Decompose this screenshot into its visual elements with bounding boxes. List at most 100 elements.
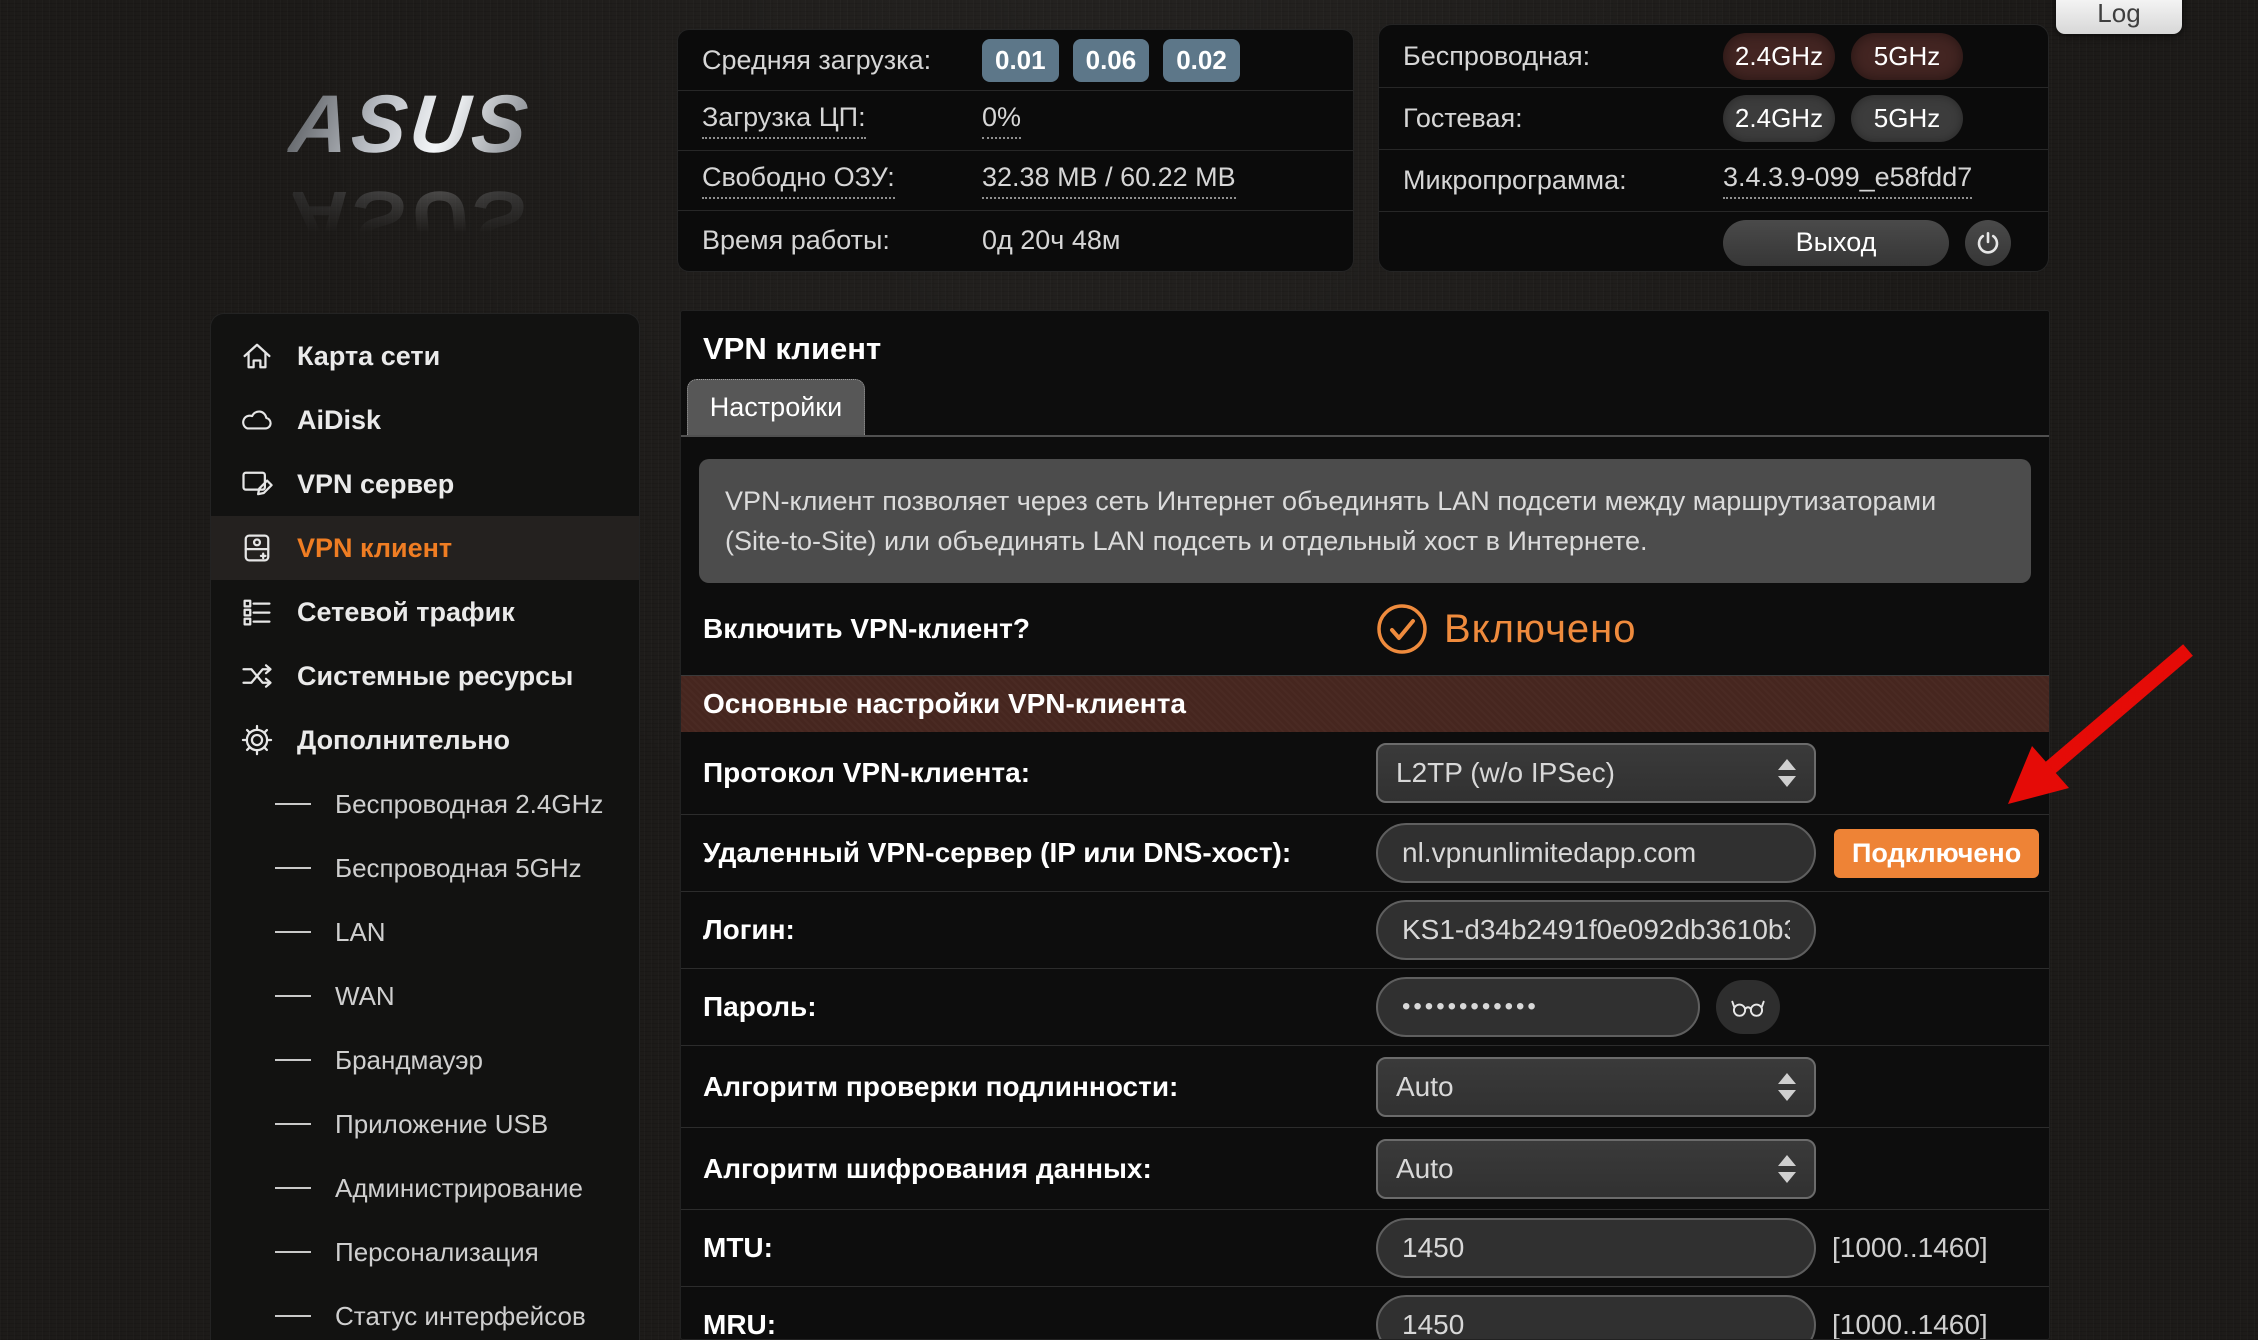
sidebar-item-system-resources[interactable]: Системные ресурсы (211, 644, 639, 708)
wireless-5ghz-button[interactable]: 5GHz (1851, 33, 1963, 80)
vpn-server-input[interactable] (1376, 823, 1816, 883)
mru-range-hint: [1000..1460] (1832, 1309, 1988, 1340)
login-input[interactable] (1376, 900, 1816, 960)
sidebar-subitem-wireless-24[interactable]: Беспроводная 2.4GHz (211, 772, 639, 836)
password-input[interactable] (1376, 977, 1700, 1037)
subitem-dash-icon (275, 867, 311, 869)
firmware-label: Микропрограмма: (1403, 165, 1723, 196)
vpn-server-label: Удаленный VPN-сервер (IP или DNS-хост): (681, 837, 1376, 869)
subitem-dash-icon (275, 1123, 311, 1125)
protocol-label: Протокол VPN-клиента: (681, 757, 1376, 789)
sidebar-item-network-map[interactable]: Карта сети (211, 324, 639, 388)
guest-5ghz-button[interactable]: 5GHz (1851, 95, 1963, 142)
cpu-load-label[interactable]: Загрузка ЦП: (702, 102, 866, 139)
subitem-dash-icon (275, 1187, 311, 1189)
cpu-load-value[interactable]: 0% (982, 102, 1021, 139)
vpn-enabled-status-text: Включено (1444, 607, 1637, 652)
load-5min-badge: 0.06 (1073, 39, 1150, 82)
mtu-range-hint: [1000..1460] (1832, 1232, 1988, 1264)
subitem-dash-icon (275, 1059, 311, 1061)
sidebar-subitem-personalization[interactable]: Персонализация (211, 1220, 639, 1284)
shuffle-icon (237, 658, 277, 694)
cipher-algorithm-label: Алгоритм шифрования данных: (681, 1153, 1376, 1185)
logout-button[interactable]: Выход (1723, 220, 1949, 266)
load-average-badges: 0.01 0.06 0.02 (982, 39, 1240, 82)
free-ram-label[interactable]: Свободно ОЗУ: (702, 162, 895, 199)
asus-logo-reflection: ASUS (285, 172, 615, 266)
wireless-row: Беспроводная: 2.4GHz 5GHz (1379, 25, 2048, 87)
mtu-input[interactable] (1376, 1218, 1816, 1278)
system-stats-panel: Средняя загрузка: 0.01 0.06 0.02 Загрузк… (677, 29, 1354, 272)
load-average-label: Средняя загрузка: (702, 45, 982, 76)
power-icon (1975, 230, 2001, 256)
asus-logo-text: ASUS (285, 78, 615, 172)
log-button[interactable]: Log (2056, 0, 2182, 34)
gear-icon (237, 722, 277, 758)
router-admin-page: { "brand": { "name": "ASUS" }, "log_butt… (0, 0, 2258, 1340)
vpn-client-description: VPN-клиент позволяет через сеть Интернет… (699, 459, 2031, 583)
asus-logo: ASUS ASUS (290, 78, 610, 266)
logout-row: Выход (1379, 211, 2048, 272)
sidebar-item-vpn-client[interactable]: VPN клиент (211, 516, 639, 580)
subitem-dash-icon (275, 1251, 311, 1253)
select-arrows-icon (1778, 759, 1796, 787)
load-1min-badge: 0.01 (982, 39, 1059, 82)
guest-24ghz-button[interactable]: 2.4GHz (1723, 95, 1835, 142)
sidebar-nav: Карта сети AiDisk VPN сервер VPN клиент … (210, 313, 640, 1340)
enable-vpn-label: Включить VPN-клиент? (681, 613, 1376, 645)
subitem-dash-icon (275, 995, 311, 997)
tab-settings[interactable]: Настройки (687, 379, 865, 435)
protocol-select[interactable]: L2TP (w/o IPSec) (1376, 743, 1816, 803)
free-ram-row: Свободно ОЗУ: 32.38 MB / 60.22 MB (678, 150, 1353, 210)
load-average-row: Средняя загрузка: 0.01 0.06 0.02 (678, 30, 1353, 90)
sidebar-subitem-interface-status[interactable]: Статус интерфейсов (211, 1284, 639, 1340)
select-arrows-icon (1778, 1155, 1796, 1183)
wireless-24ghz-button[interactable]: 2.4GHz (1723, 33, 1835, 80)
vpn-client-panel: VPN клиент Настройки VPN-клиент позволяе… (680, 310, 2050, 1340)
guest-label: Гостевая: (1403, 103, 1723, 134)
uptime-value: 0д 20ч 48м (982, 225, 1120, 256)
sidebar-subitem-lan[interactable]: LAN (211, 900, 639, 964)
sidebar-subitem-firewall[interactable]: Брандмауэр (211, 1028, 639, 1092)
vpn-server-row: Удаленный VPN-сервер (IP или DNS-хост): … (681, 814, 2049, 891)
firmware-version-link[interactable]: 3.4.3.9-099_e58fdd7 (1723, 162, 1972, 199)
cpu-load-row: Загрузка ЦП: 0% (678, 90, 1353, 150)
sidebar-subitem-wireless-5[interactable]: Беспроводная 5GHz (211, 836, 639, 900)
page-title: VPN клиент (703, 331, 2049, 367)
subitem-dash-icon (275, 931, 311, 933)
sidebar-item-network-traffic[interactable]: Сетевой трафик (211, 580, 639, 644)
traffic-icon (237, 594, 277, 630)
connected-status-badge: Подключено (1834, 829, 2039, 878)
router-info-panel: Беспроводная: 2.4GHz 5GHz Гостевая: 2.4G… (1378, 24, 2049, 272)
sidebar-subitem-usb-app[interactable]: Приложение USB (211, 1092, 639, 1156)
mru-input[interactable] (1376, 1295, 1816, 1340)
enable-vpn-row: Включить VPN-клиент? Включено (681, 583, 2049, 675)
vpn-client-icon (237, 530, 277, 566)
mtu-label: MTU: (681, 1232, 1376, 1264)
vpn-enabled-toggle[interactable]: Включено (1376, 603, 1637, 655)
sidebar-subitem-wan[interactable]: WAN (211, 964, 639, 1028)
auth-algorithm-label: Алгоритм проверки подлинности: (681, 1071, 1376, 1103)
sidebar-subitem-administration[interactable]: Администрирование (211, 1156, 639, 1220)
cipher-algorithm-row: Алгоритм шифрования данных: Auto (681, 1127, 2049, 1209)
reboot-button[interactable] (1965, 220, 2011, 266)
mru-row: MRU: [1000..1460] (681, 1286, 2049, 1340)
cipher-algorithm-select[interactable]: Auto (1376, 1139, 1816, 1199)
sidebar-item-advanced[interactable]: Дополнительно (211, 708, 639, 772)
guest-row: Гостевая: 2.4GHz 5GHz (1379, 87, 2048, 149)
password-label: Пароль: (681, 991, 1376, 1023)
protocol-row: Протокол VPN-клиента: L2TP (w/o IPSec) (681, 732, 2049, 814)
auth-algorithm-row: Алгоритм проверки подлинности: Auto (681, 1045, 2049, 1127)
login-label: Логин: (681, 914, 1376, 946)
wireless-label: Беспроводная: (1403, 41, 1723, 72)
subitem-dash-icon (275, 1315, 311, 1317)
show-password-button[interactable] (1716, 980, 1780, 1034)
sidebar-item-aidisk[interactable]: AiDisk (211, 388, 639, 452)
sidebar-item-vpn-server[interactable]: VPN сервер (211, 452, 639, 516)
select-arrows-icon (1778, 1073, 1796, 1101)
auth-algorithm-select[interactable]: Auto (1376, 1057, 1816, 1117)
free-ram-value[interactable]: 32.38 MB / 60.22 MB (982, 162, 1236, 199)
password-row: Пароль: (681, 968, 2049, 1045)
uptime-row: Время работы: 0д 20ч 48м (678, 210, 1353, 270)
load-15min-badge: 0.02 (1163, 39, 1240, 82)
